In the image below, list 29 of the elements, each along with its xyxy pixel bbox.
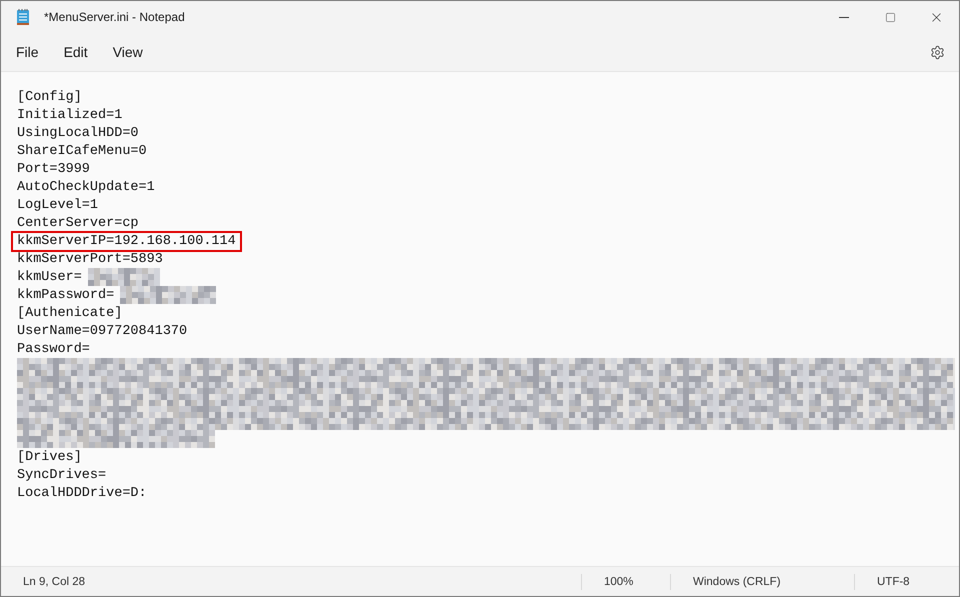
- zoom-level: 100%: [603, 576, 634, 588]
- encoding: UTF-8: [876, 576, 911, 588]
- text-line: SyncDrives=: [16, 466, 108, 484]
- text-line: Port=3999: [16, 160, 91, 178]
- text-line: LogLevel=1: [16, 196, 100, 214]
- text-line: [Config]: [16, 88, 83, 106]
- text-line: [Authenicate]: [16, 304, 124, 322]
- text-line: Initialized=1: [16, 106, 124, 124]
- settings-icon: [930, 44, 945, 60]
- notepad-icon: [17, 9, 29, 25]
- text-line: AutoCheckUpdate=1: [16, 178, 156, 196]
- text-line: CenterServer=cp: [16, 214, 140, 232]
- menu-item[interactable]: File: [9, 38, 46, 66]
- text-line: LocalHDDDrive=D:: [16, 484, 148, 502]
- text-line: ShareICafeMenu=0: [16, 142, 148, 160]
- text-line: UsingLocalHDD=0: [16, 124, 140, 142]
- text-line: kkmPassword=: [16, 286, 116, 304]
- menu-item[interactable]: View: [106, 38, 150, 66]
- window-title: *MenuServer.ini - Notepad: [44, 10, 186, 24]
- text-line: [Drives]: [16, 448, 83, 466]
- menu-item[interactable]: Edit: [56, 38, 95, 66]
- minimize-icon: [839, 16, 849, 18]
- cursor-position: Ln 9, Col 28: [22, 576, 86, 588]
- text-line: kkmUser=: [16, 268, 83, 286]
- text-line: kkmServerPort=5893: [16, 250, 164, 268]
- line-ending: Windows (CRLF): [692, 576, 782, 588]
- text-line: Password=: [16, 340, 91, 358]
- text-line: UserName=097720841370: [16, 322, 188, 340]
- maximize-icon: [884, 12, 896, 22]
